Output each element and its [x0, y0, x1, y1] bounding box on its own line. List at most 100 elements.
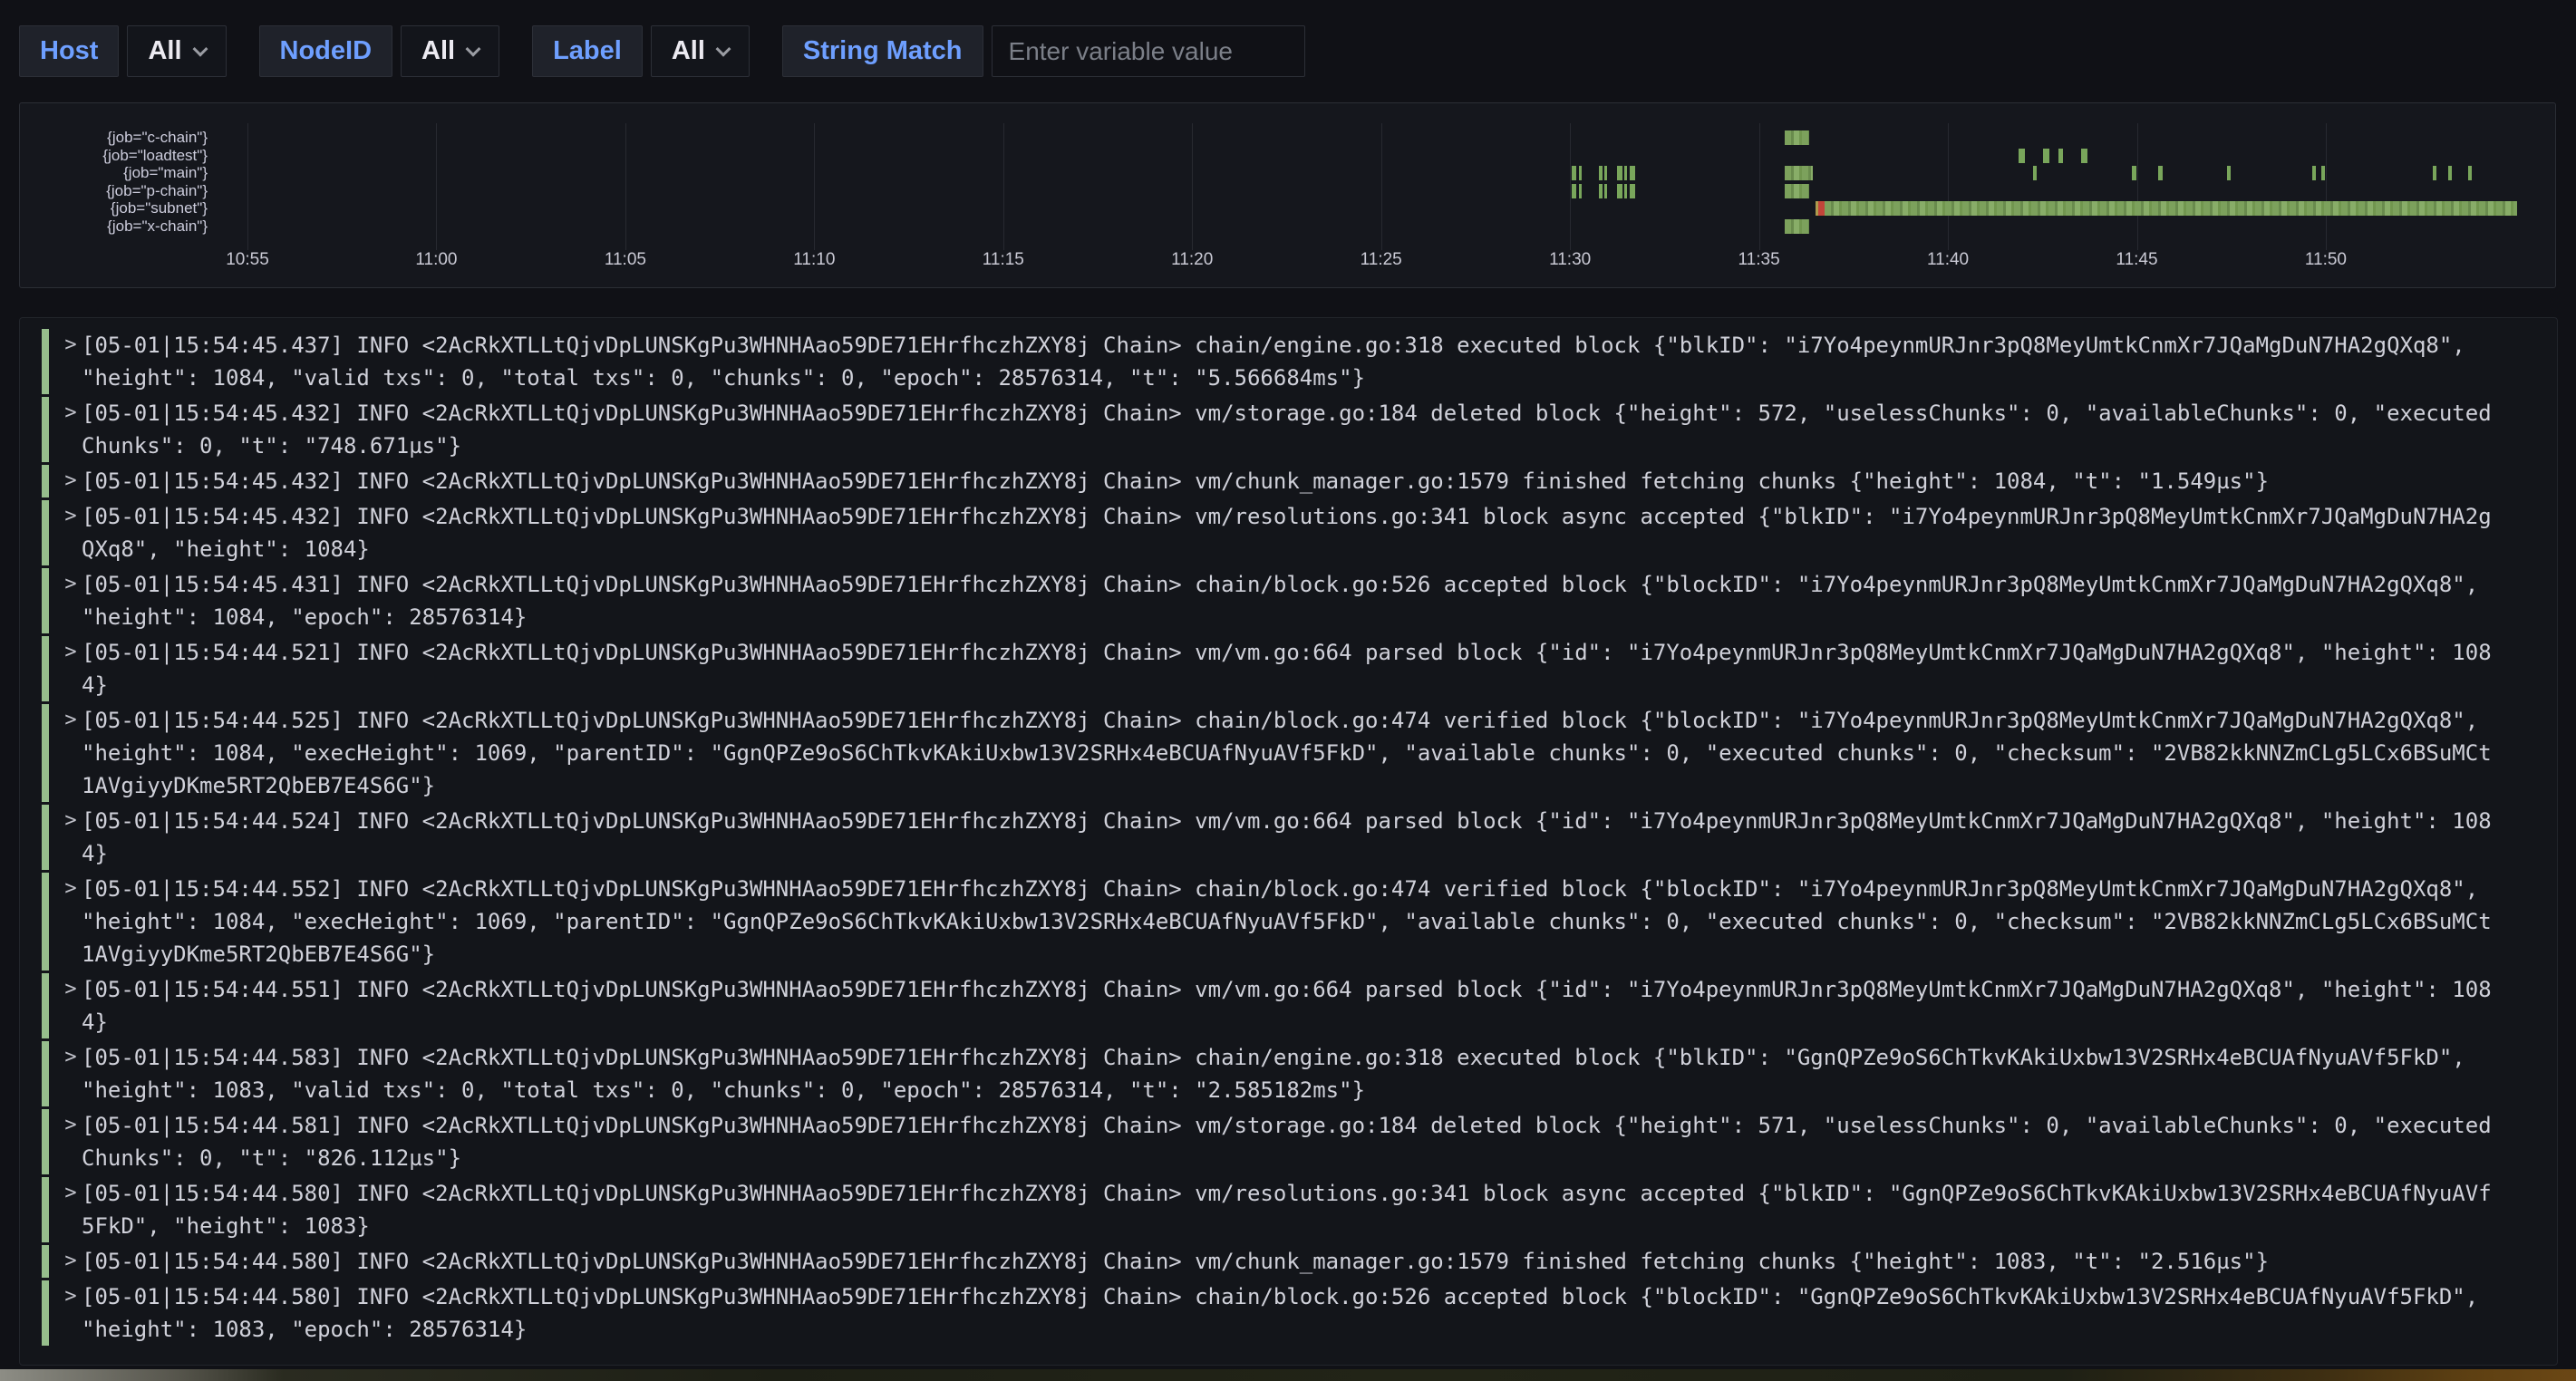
expand-chevron-icon[interactable]: >: [60, 500, 82, 565]
expand-chevron-icon[interactable]: >: [60, 1245, 82, 1278]
log-line-text: [05-01|15:54:44.552] INFO <2AcRkXTLLtQjv…: [82, 873, 2494, 971]
timeline-mark: [1579, 184, 1582, 198]
variable-dropdown[interactable]: All: [401, 25, 499, 77]
string-match-input[interactable]: [1009, 37, 1288, 66]
series-label: {job="loadtest"}: [20, 147, 208, 165]
chevron-down-icon: [192, 41, 208, 56]
log-row[interactable]: > [05-01|15:54:44.521] INFO <2AcRkXTLLtQ…: [42, 636, 2557, 701]
series-label: {job="subnet"}: [20, 199, 208, 217]
string-match-label[interactable]: String Match: [782, 25, 983, 77]
log-row[interactable]: > [05-01|15:54:44.551] INFO <2AcRkXTLLtQ…: [42, 973, 2557, 1038]
chevron-down-icon: [466, 41, 481, 56]
log-row[interactable]: > [05-01|15:54:45.437] INFO <2AcRkXTLLtQ…: [42, 329, 2557, 394]
log-line-text: [05-01|15:54:44.580] INFO <2AcRkXTLLtQjv…: [82, 1280, 2494, 1346]
variable-dropdown[interactable]: All: [127, 25, 226, 77]
series-label: {job="x-chain"}: [20, 217, 208, 236]
variable-control: Label All: [532, 25, 750, 77]
expand-chevron-icon[interactable]: >: [60, 1041, 82, 1106]
expand-chevron-icon[interactable]: >: [60, 1109, 82, 1174]
expand-chevron-icon[interactable]: >: [60, 636, 82, 701]
variable-dropdown-value: All: [421, 36, 455, 66]
log-level-indicator: [42, 500, 49, 565]
expand-chevron-icon[interactable]: >: [60, 704, 82, 802]
timeline-mark: [2081, 149, 2087, 163]
log-row[interactable]: > [05-01|15:54:44.583] INFO <2AcRkXTLLtQ…: [42, 1041, 2557, 1106]
log-row[interactable]: > [05-01|15:54:45.432] INFO <2AcRkXTLLtQ…: [42, 397, 2557, 462]
log-row[interactable]: > [05-01|15:54:45.432] INFO <2AcRkXTLLtQ…: [42, 465, 2557, 497]
variable-control: Host All: [19, 25, 227, 77]
log-level-indicator: [42, 1280, 49, 1346]
expand-chevron-icon[interactable]: >: [60, 1177, 82, 1242]
timeline-mark: [2058, 149, 2063, 163]
log-level-indicator: [42, 1245, 49, 1278]
timeline-mark: [1579, 166, 1582, 180]
log-line-text: [05-01|15:54:44.583] INFO <2AcRkXTLLtQjv…: [82, 1041, 2494, 1106]
series-labels: {job="c-chain"}{job="loadtest"}{job="mai…: [20, 129, 208, 235]
variable-label[interactable]: Label: [532, 25, 643, 77]
log-line-text: [05-01|15:54:44.525] INFO <2AcRkXTLLtQjv…: [82, 704, 2494, 802]
variable-dropdown[interactable]: All: [651, 25, 750, 77]
log-level-indicator: [42, 1177, 49, 1242]
log-line-text: [05-01|15:54:44.551] INFO <2AcRkXTLLtQjv…: [82, 973, 2494, 1038]
log-line-text: [05-01|15:54:44.580] INFO <2AcRkXTLLtQjv…: [82, 1245, 2494, 1278]
timeline-mark: [2227, 166, 2231, 180]
log-row[interactable]: > [05-01|15:54:44.525] INFO <2AcRkXTLLtQ…: [42, 704, 2557, 802]
log-row[interactable]: > [05-01|15:54:45.431] INFO <2AcRkXTLLtQ…: [42, 568, 2557, 633]
expand-chevron-icon[interactable]: >: [60, 805, 82, 870]
log-level-indicator: [42, 397, 49, 462]
expand-chevron-icon[interactable]: >: [60, 568, 82, 633]
timeline-mark: [1572, 166, 1576, 180]
logs-panel: > [05-01|15:54:45.437] INFO <2AcRkXTLLtQ…: [19, 317, 2558, 1366]
expand-chevron-icon[interactable]: >: [60, 329, 82, 394]
log-row[interactable]: > [05-01|15:54:44.580] INFO <2AcRkXTLLtQ…: [42, 1177, 2557, 1242]
timeline-mark: [1604, 166, 1607, 180]
log-level-indicator: [42, 805, 49, 870]
timeline-mark: [2033, 166, 2037, 180]
timeline-mark: [2019, 149, 2025, 163]
series-label: {job="p-chain"}: [20, 182, 208, 200]
timeline-mark: [1624, 166, 1627, 180]
log-line-text: [05-01|15:54:44.580] INFO <2AcRkXTLLtQjv…: [82, 1177, 2494, 1242]
variable-label[interactable]: NodeID: [259, 25, 393, 77]
timeline-mark: [1630, 184, 1635, 198]
log-level-indicator: [42, 873, 49, 971]
log-level-indicator: [42, 704, 49, 802]
log-row[interactable]: > [05-01|15:54:44.524] INFO <2AcRkXTLLtQ…: [42, 805, 2557, 870]
timeline-mark: [1617, 166, 1622, 180]
expand-chevron-icon[interactable]: >: [60, 1280, 82, 1346]
variable-dropdown-value: All: [672, 36, 705, 66]
timeline-mark: [1604, 184, 1607, 198]
timeline-mark: [2043, 149, 2049, 163]
log-volume-panel[interactable]: 10:5511:0011:0511:1011:1511:2011:2511:30…: [19, 102, 2556, 288]
timeline-mark: [1599, 184, 1603, 198]
log-row[interactable]: > [05-01|15:54:44.580] INFO <2AcRkXTLLtQ…: [42, 1280, 2557, 1346]
timeline-marks: [20, 103, 2555, 287]
expand-chevron-icon[interactable]: >: [60, 873, 82, 971]
timeline-mark: [1818, 201, 1825, 216]
log-level-indicator: [42, 973, 49, 1038]
log-row[interactable]: > [05-01|15:54:44.581] INFO <2AcRkXTLLtQ…: [42, 1109, 2557, 1174]
log-level-indicator: [42, 329, 49, 394]
string-match-input-wrap: [992, 25, 1305, 77]
timeline-mark: [2312, 166, 2316, 180]
chevron-down-icon: [715, 41, 731, 56]
log-level-indicator: [42, 1109, 49, 1174]
timeline-mark: [2448, 166, 2452, 180]
log-row[interactable]: > [05-01|15:54:44.552] INFO <2AcRkXTLLtQ…: [42, 873, 2557, 971]
expand-chevron-icon[interactable]: >: [60, 973, 82, 1038]
timeline-mark: [1785, 166, 1813, 180]
timeline-mark: [1785, 219, 1810, 234]
log-line-text: [05-01|15:54:45.432] INFO <2AcRkXTLLtQjv…: [82, 500, 2494, 565]
log-level-indicator: [42, 568, 49, 633]
log-row[interactable]: > [05-01|15:54:45.432] INFO <2AcRkXTLLtQ…: [42, 500, 2557, 565]
expand-chevron-icon[interactable]: >: [60, 465, 82, 497]
expand-chevron-icon[interactable]: >: [60, 397, 82, 462]
timeline-mark: [1630, 166, 1635, 180]
log-line-text: [05-01|15:54:44.521] INFO <2AcRkXTLLtQjv…: [82, 636, 2494, 701]
variable-groups: Host All NodeID All Label All: [19, 25, 750, 77]
log-level-indicator: [42, 636, 49, 701]
log-row[interactable]: > [05-01|15:54:44.580] INFO <2AcRkXTLLtQ…: [42, 1245, 2557, 1278]
timeline-mark: [1825, 201, 2517, 216]
variable-label[interactable]: Host: [19, 25, 119, 77]
timeline-mark: [2158, 166, 2163, 180]
